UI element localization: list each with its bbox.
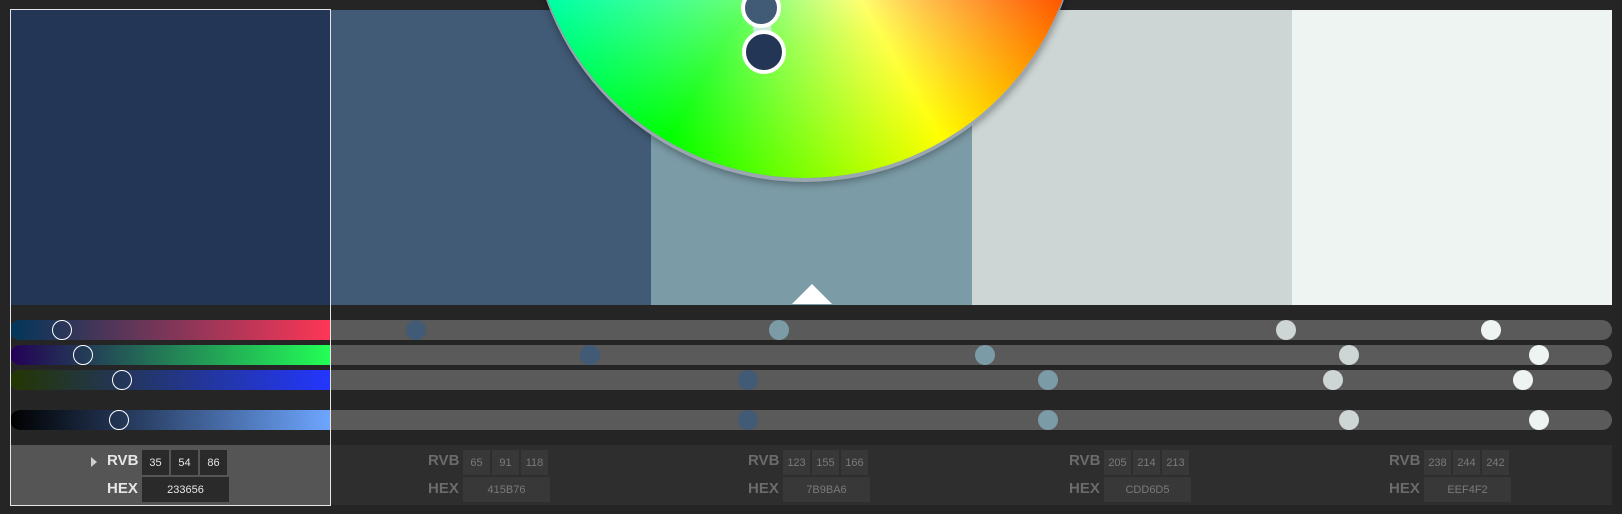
hex-value-input-swatch-3[interactable]: 7B9BA6 (783, 477, 870, 502)
slider-thumb-green-swatch-3[interactable] (975, 345, 996, 365)
slider-thumb-brightness-swatch-5[interactable] (1528, 410, 1549, 430)
brightness-gradient[interactable] (10, 410, 331, 430)
hex-label-swatch-3: HEX (748, 480, 779, 497)
green-value-input-swatch-3[interactable]: 155 (812, 450, 839, 475)
hex-value-input-swatch-5[interactable]: EEF4F2 (1424, 477, 1511, 502)
blue-value-input-swatch-4[interactable]: 213 (1162, 450, 1189, 475)
slider-thumb-green-swatch-4[interactable] (1338, 345, 1359, 365)
green-value-input-swatch-1[interactable]: 54 (171, 450, 198, 475)
red-value-input-swatch-2[interactable]: 65 (463, 450, 490, 475)
slider-thumb-red-swatch-3[interactable] (769, 320, 790, 340)
wheel-handle-selected[interactable] (742, 30, 786, 74)
hex-value-input-swatch-2[interactable]: 415B76 (463, 477, 550, 502)
slider-thumb-green-swatch-1[interactable] (73, 345, 94, 365)
green-gradient[interactable] (10, 345, 331, 365)
blue-value-input-swatch-3[interactable]: 166 (841, 450, 868, 475)
swatch-5[interactable] (1292, 10, 1612, 305)
hex-label-swatch-1: HEX (107, 480, 138, 497)
green-value-input-swatch-4[interactable]: 214 (1133, 450, 1160, 475)
blue-value-input-swatch-5[interactable]: 242 (1482, 450, 1509, 475)
hex-value-input-swatch-1[interactable]: 233656 (142, 477, 229, 502)
expand-triangle-icon[interactable] (91, 457, 97, 467)
swatch-1[interactable] (10, 10, 331, 305)
hex-label-swatch-2: HEX (428, 480, 459, 497)
rgb-label-swatch-5: RVB (1389, 452, 1421, 469)
blue-gradient[interactable] (10, 370, 331, 390)
slider-thumb-brightness-swatch-4[interactable] (1338, 410, 1359, 430)
slider-thumb-blue-swatch-3[interactable] (1038, 370, 1059, 390)
hex-label-swatch-4: HEX (1069, 480, 1100, 497)
slider-thumb-red-swatch-5[interactable] (1481, 320, 1502, 340)
hex-value-input-swatch-4[interactable]: CDD6D5 (1104, 477, 1191, 502)
blue-value-input-swatch-1[interactable]: 86 (200, 450, 227, 475)
slider-thumb-brightness-swatch-1[interactable] (109, 410, 130, 430)
slider-thumb-green-swatch-2[interactable] (579, 345, 600, 365)
red-value-input-swatch-1[interactable]: 35 (142, 450, 169, 475)
rgb-label-swatch-4: RVB (1069, 452, 1101, 469)
slider-thumb-red-swatch-2[interactable] (405, 320, 426, 340)
rgb-label-swatch-1: RVB (107, 452, 139, 469)
slider-thumb-green-swatch-5[interactable] (1528, 345, 1549, 365)
green-value-input-swatch-5[interactable]: 244 (1453, 450, 1480, 475)
active-swatch-arrow (792, 284, 832, 304)
green-value-input-swatch-2[interactable]: 91 (492, 450, 519, 475)
blue-value-input-swatch-2[interactable]: 118 (521, 450, 548, 475)
red-value-input-swatch-4[interactable]: 205 (1104, 450, 1131, 475)
slider-thumb-blue-swatch-1[interactable] (112, 370, 133, 390)
slider-thumb-blue-swatch-4[interactable] (1323, 370, 1344, 390)
slider-thumb-blue-swatch-5[interactable] (1512, 370, 1533, 390)
hex-label-swatch-5: HEX (1389, 480, 1420, 497)
slider-thumb-red-swatch-1[interactable] (52, 320, 73, 340)
red-value-input-swatch-5[interactable]: 238 (1424, 450, 1451, 475)
slider-thumb-blue-swatch-2[interactable] (737, 370, 758, 390)
red-value-input-swatch-3[interactable]: 123 (783, 450, 810, 475)
rgb-label-swatch-3: RVB (748, 452, 780, 469)
slider-thumb-brightness-swatch-3[interactable] (1038, 410, 1059, 430)
slider-thumb-red-swatch-4[interactable] (1275, 320, 1296, 340)
rgb-label-swatch-2: RVB (428, 452, 460, 469)
slider-thumb-brightness-swatch-2[interactable] (737, 410, 758, 430)
